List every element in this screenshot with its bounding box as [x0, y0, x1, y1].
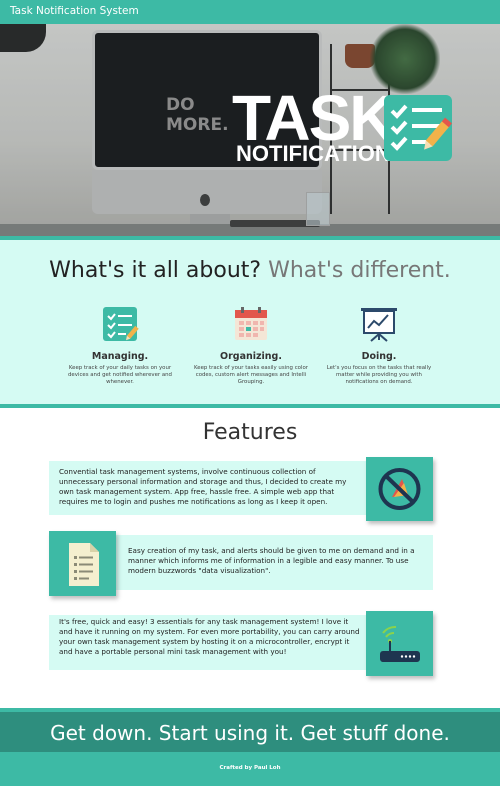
feature-card-text: Convential task management systems, invo…: [59, 467, 347, 506]
cta-text: Get down. Start using it. Get stuff done…: [50, 721, 450, 745]
feature-doing: Doing. Let's you focus on the tasks that…: [314, 304, 444, 386]
document-icon: [69, 543, 99, 586]
checklist-icon: [103, 307, 139, 341]
feature-card: It's free, quick and easy! 3 essentials …: [49, 615, 367, 670]
top-navbar: Task Notification System: [0, 0, 500, 24]
feature-managing: Managing. Keep track of your daily tasks…: [55, 304, 185, 386]
feature-title: Doing.: [361, 351, 397, 362]
feature-description: Let's you focus on the tasks that really…: [326, 365, 432, 385]
feature-card-image: [366, 457, 433, 521]
about-heading: What's it all about? What's different.: [49, 258, 451, 283]
feature-description: Keep track of your daily tasks on your d…: [68, 365, 172, 385]
presentation-chart-icon: [361, 308, 397, 342]
feature-title: Managing.: [91, 351, 149, 362]
feature-card-text: It's free, quick and easy! 3 essentials …: [59, 617, 360, 656]
feature-title: Organizing.: [220, 351, 282, 362]
feature-card: Convential task management systems, invo…: [49, 461, 367, 515]
footer: Crafted by Paul Loh: [0, 752, 500, 786]
feature-card: Easy creation of my task, and alerts sho…: [104, 535, 433, 590]
do-more-poster: DO MORE.: [166, 95, 229, 135]
no-paper-icon: [378, 468, 421, 510]
brand-link[interactable]: Task Notification System: [10, 5, 139, 17]
hero-subtitle: NOTIFICATION: [236, 141, 391, 166]
feature-card-text: Easy creation of my task, and alerts sho…: [128, 546, 415, 575]
feature-description: Keep track of your tasks easily using co…: [194, 365, 308, 385]
features-heading: Features: [202, 420, 298, 445]
about-section: What's it all about? What's different. M…: [0, 236, 500, 408]
hero-banner: DO MORE. TASK NOTIFICATION: [0, 24, 500, 236]
router-icon: [380, 625, 420, 662]
footer-credit: Crafted by Paul Loh: [219, 765, 281, 771]
feature-organizing: Organizing. Keep track of your tasks eas…: [186, 304, 316, 386]
cta-banner: Get down. Start using it. Get stuff done…: [0, 708, 500, 752]
feature-card-image: [366, 611, 433, 676]
checklist-pencil-icon: [384, 95, 452, 161]
calendar-icon: [235, 307, 267, 340]
feature-card-image: [49, 531, 116, 596]
